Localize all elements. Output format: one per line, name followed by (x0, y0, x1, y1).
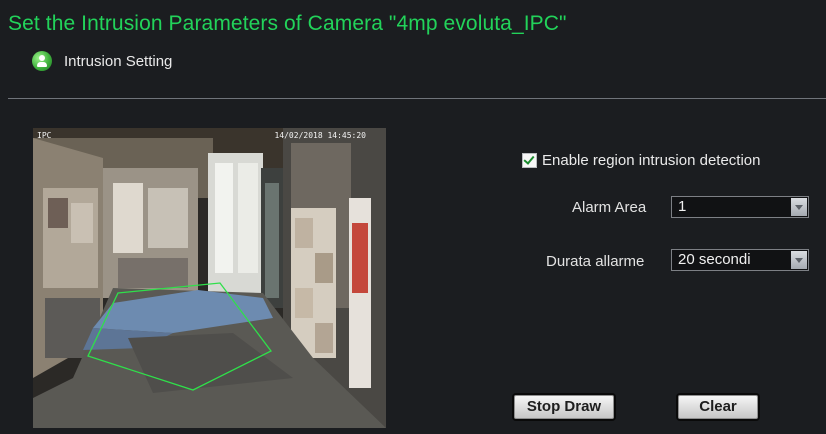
clear-button[interactable]: Clear (678, 395, 758, 419)
camera-scene (33, 128, 386, 428)
enable-intrusion-label[interactable]: Enable region intrusion detection (542, 152, 760, 169)
duration-value: 20 secondi (678, 251, 751, 268)
chevron-down-icon[interactable] (791, 251, 807, 269)
camera-preview[interactable]: IPC 14/02/2018 14:45:20 (33, 128, 386, 428)
alarm-area-value: 1 (678, 198, 687, 215)
enable-intrusion-row[interactable]: Enable region intrusion detection (522, 152, 760, 169)
duration-select[interactable]: 20 secondi (671, 249, 809, 271)
alarm-area-select[interactable]: 1 (671, 196, 809, 218)
user-bubble-icon (32, 51, 52, 71)
section-header: Intrusion Setting (32, 48, 172, 74)
duration-label: Durata allarme (546, 253, 645, 270)
osd-timestamp: 14/02/2018 14:45:20 (274, 131, 366, 140)
enable-intrusion-checkbox[interactable] (522, 153, 537, 168)
divider (8, 98, 826, 99)
alarm-area-label: Alarm Area (572, 199, 647, 216)
page-title: Set the Intrusion Parameters of Camera "… (8, 12, 567, 35)
stop-draw-button[interactable]: Stop Draw (514, 395, 614, 419)
section-label: Intrusion Setting (64, 52, 173, 70)
chevron-down-icon[interactable] (791, 198, 807, 216)
osd-camera-name: IPC (37, 131, 52, 140)
